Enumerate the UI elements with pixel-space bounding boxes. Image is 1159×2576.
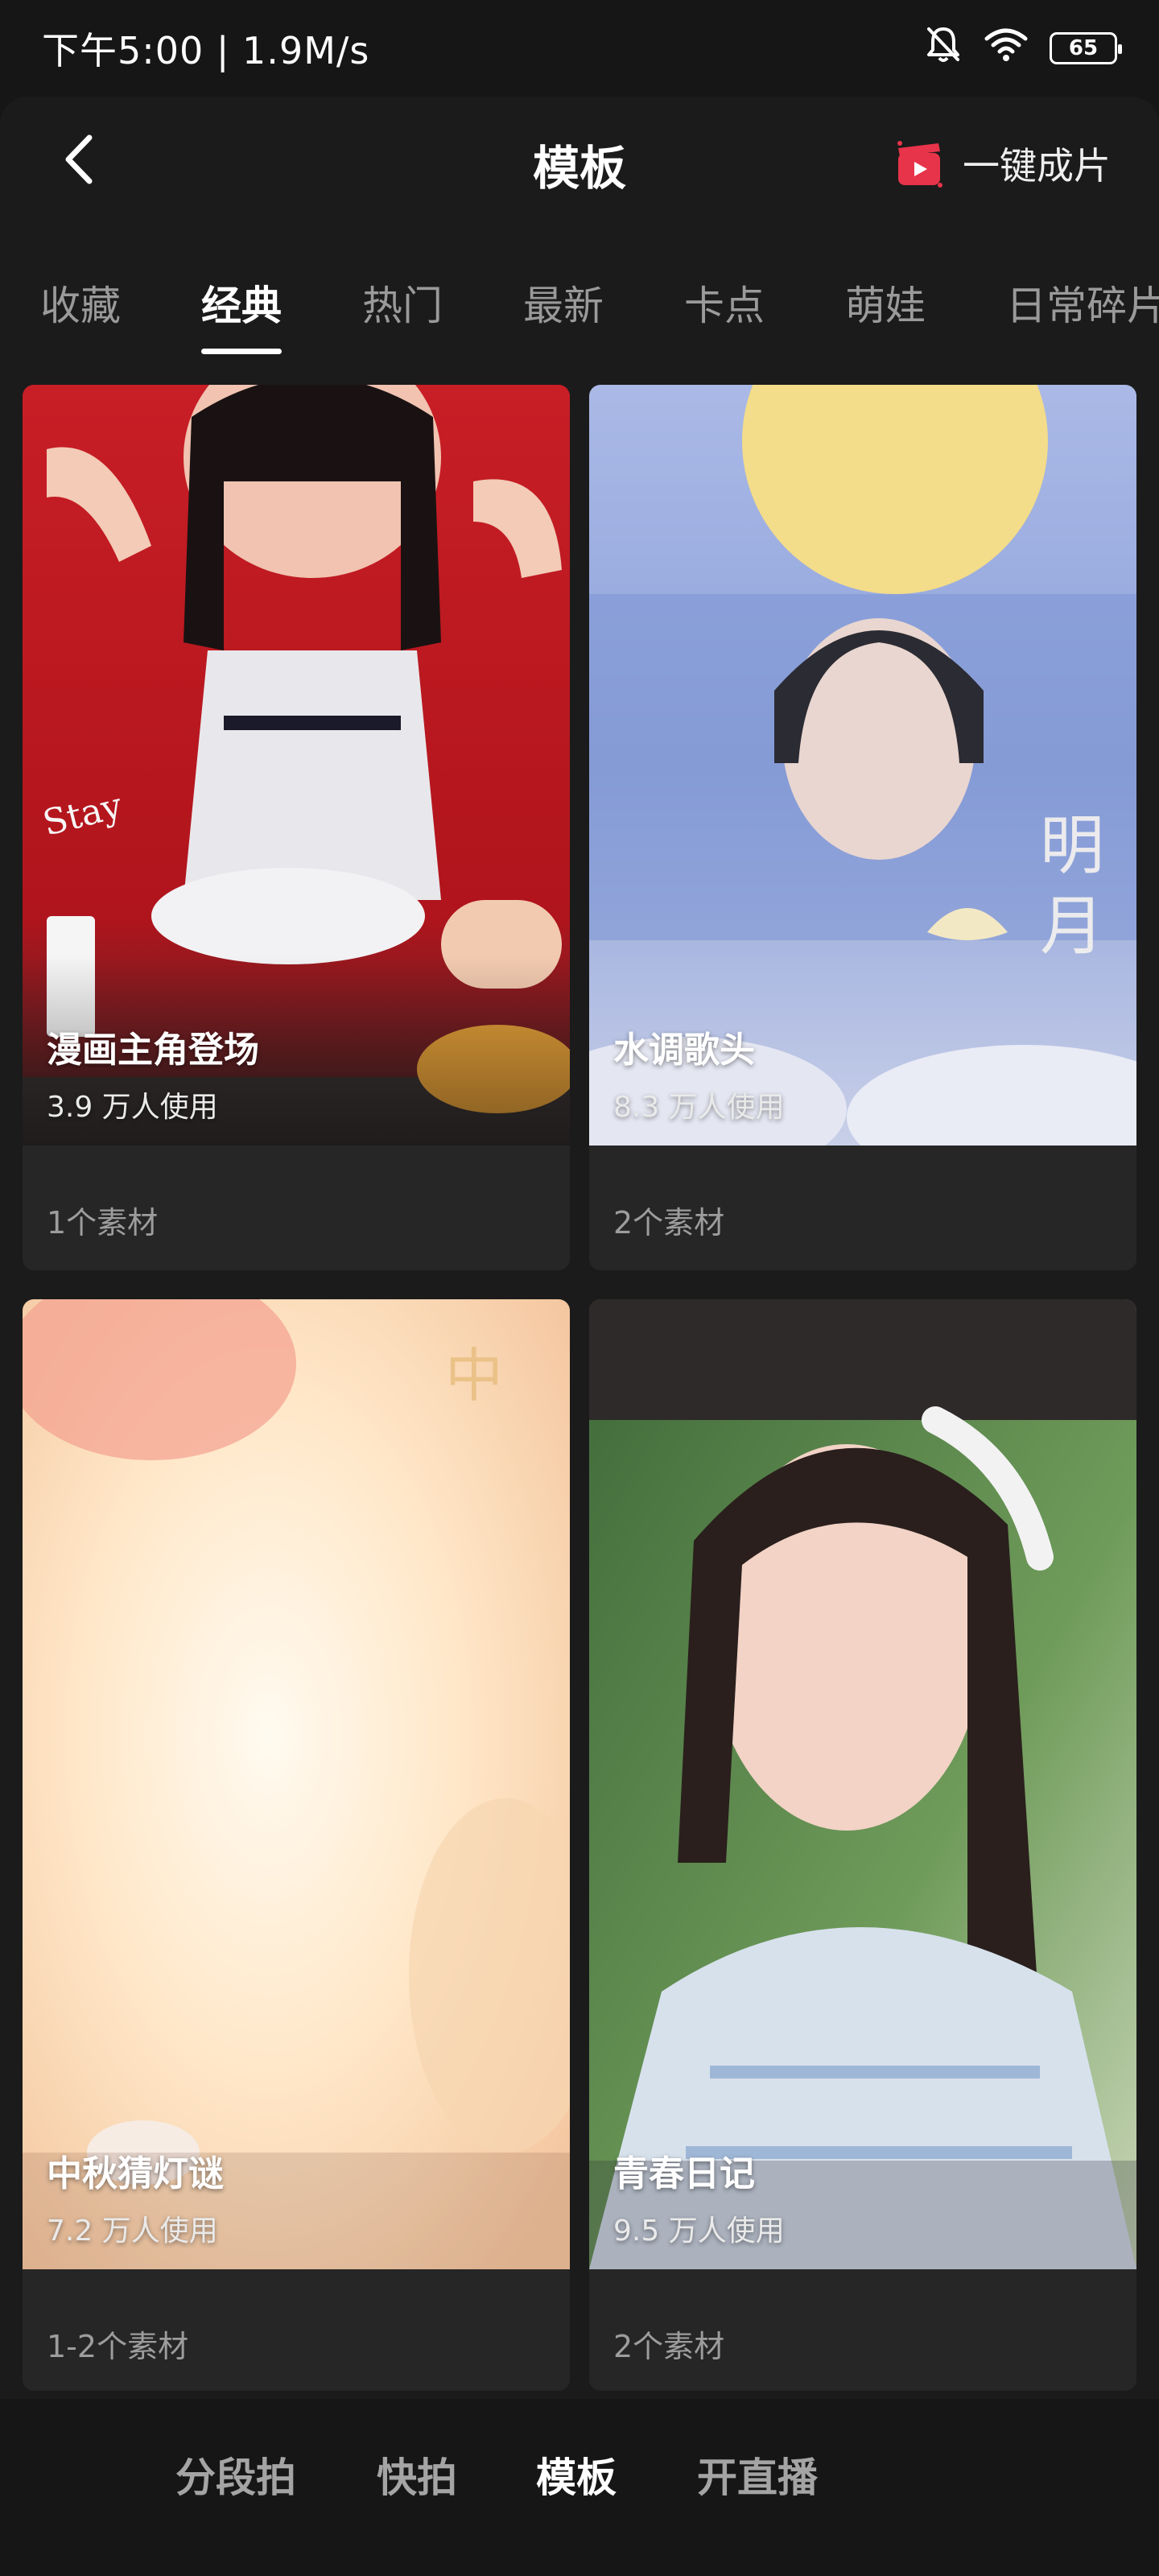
template-caption: 水调歌头 8.3 万人使用 — [613, 1021, 785, 1125]
template-material-count: 2个素材 — [613, 1205, 725, 1241]
template-usage-count: 3.9 万人使用 — [47, 1091, 218, 1124]
template-caption: 中秋猜灯谜 7.2 万人使用 — [47, 2145, 224, 2249]
tab-cute-kids[interactable]: 萌娃 — [845, 258, 926, 354]
tab-daily-fragments[interactable]: 日常碎片 — [1006, 258, 1159, 354]
tab-label: 经典 — [201, 283, 282, 329]
one-click-button[interactable]: 一键成片 — [892, 135, 1111, 192]
tab-beat-sync[interactable]: 卡点 — [684, 258, 765, 354]
template-card[interactable]: Stay 漫画主角登场 3.9 万人使用 1个素材 — [23, 385, 570, 1270]
wifi-icon — [984, 26, 1029, 72]
template-title: 青春日记 — [613, 2153, 755, 2194]
tab-popular[interactable]: 热门 — [362, 258, 443, 354]
status-bar: 下午5:00 | 1.9M/s 65 — [0, 0, 1159, 97]
status-icons: 65 — [924, 24, 1122, 73]
template-title: 水调歌头 — [613, 1030, 755, 1071]
clapperboard-icon — [897, 141, 942, 188]
svg-text:月: 月 — [1040, 889, 1104, 964]
bottom-nav: 分段拍 快拍 模板 开直播 — [0, 2407, 1159, 2576]
template-caption: 漫画主角登场 3.9 万人使用 — [47, 1021, 259, 1125]
nav-templates[interactable]: 模板 — [536, 2446, 617, 2504]
tab-label: 收藏 — [40, 283, 121, 329]
template-usage-count: 8.3 万人使用 — [613, 1091, 785, 1124]
tab-label: 日常碎片 — [1006, 283, 1159, 329]
template-material-count: 1个素材 — [47, 1205, 159, 1241]
svg-text:明: 明 — [1040, 808, 1104, 883]
category-tabs: 收藏 经典 热门 最新 卡点 萌娃 日常碎片 — [0, 258, 1159, 362]
battery-icon: 65 — [1050, 32, 1122, 64]
template-material-count: 2个素材 — [613, 2329, 725, 2364]
template-thumbnail — [589, 1299, 1136, 2269]
template-caption: 青春日记 9.5 万人使用 — [613, 2145, 785, 2249]
svg-text:中: 中 — [445, 1342, 503, 1410]
bell-off-icon — [924, 24, 963, 73]
nav-segment-shoot[interactable]: 分段拍 — [175, 2446, 296, 2504]
template-usage-count: 7.2 万人使用 — [47, 2215, 218, 2248]
tab-favorites[interactable]: 收藏 — [40, 258, 121, 354]
one-click-label: 一键成片 — [963, 144, 1111, 188]
template-title: 漫画主角登场 — [47, 1030, 259, 1071]
template-material-count: 1-2个素材 — [47, 2329, 189, 2364]
status-time: 下午5:00 | 1.9M/s — [42, 29, 370, 72]
header: 模板 一键成片 — [0, 97, 1159, 225]
battery-level: 65 — [1068, 36, 1099, 60]
template-thumbnail: 中 — [23, 1299, 570, 2269]
nav-quick-shoot[interactable]: 快拍 — [377, 2446, 457, 2504]
tab-label: 热门 — [362, 283, 443, 329]
tab-label: 萌娃 — [845, 283, 926, 329]
template-title: 中秋猜灯谜 — [47, 2153, 224, 2194]
template-card[interactable]: 青春日记 9.5 万人使用 2个素材 — [589, 1299, 1136, 2391]
tab-label: 最新 — [523, 283, 604, 329]
tab-classic[interactable]: 经典 — [201, 258, 282, 354]
template-card[interactable]: 明 月 水调歌头 8.3 万人使用 2个素材 — [589, 385, 1136, 1270]
template-card[interactable]: 中 中秋猜灯谜 7.2 万人使用 1-2个素材 — [23, 1299, 570, 2391]
template-usage-count: 9.5 万人使用 — [613, 2215, 785, 2248]
nav-go-live[interactable]: 开直播 — [697, 2446, 818, 2504]
tab-latest[interactable]: 最新 — [523, 258, 604, 354]
tab-label: 卡点 — [684, 283, 765, 329]
